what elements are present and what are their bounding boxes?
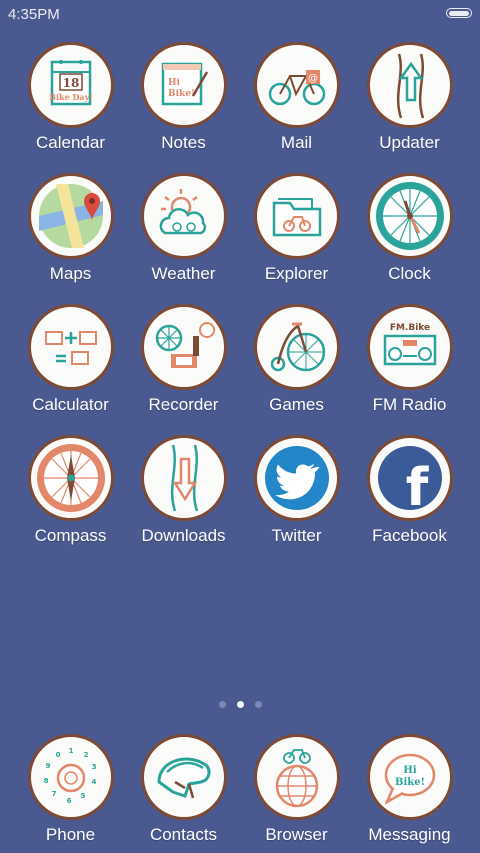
downloads-road-icon — [140, 435, 227, 521]
radio-caption: FM.Bike — [389, 323, 429, 333]
updater-road-icon — [366, 42, 453, 128]
app-games-label: Games — [269, 395, 324, 414]
app-updater-label: Updater — [379, 133, 440, 152]
app-calculator[interactable]: Calculator — [14, 304, 127, 435]
app-calendar-label: Calendar — [36, 133, 105, 152]
app-calendar[interactable]: 18 Bike Day! Calendar — [14, 42, 127, 173]
app-phone-label: Phone — [45, 825, 96, 844]
app-maps[interactable]: Maps — [14, 173, 127, 304]
notes-line1: Hi — [168, 78, 181, 88]
app-weather[interactable]: Weather — [127, 173, 240, 304]
app-mail[interactable]: @ Mail — [240, 42, 353, 173]
mail-bicycle-icon: @ — [253, 42, 340, 128]
calendar-caption: Bike Day! — [49, 92, 93, 102]
app-facebook[interactable]: f Facebook — [353, 435, 466, 566]
app-facebook-label: Facebook — [372, 526, 447, 545]
app-browser[interactable]: Browser — [240, 734, 353, 845]
svg-text:3: 3 — [91, 763, 96, 771]
page-dot-1[interactable] — [218, 701, 226, 708]
facebook-icon: f — [366, 435, 453, 521]
speech-bubble-icon: Hi Bike! — [366, 734, 453, 820]
app-contacts[interactable]: Contacts — [127, 734, 240, 845]
svg-text:0: 0 — [55, 751, 60, 759]
status-bar: 4:35PM — [0, 0, 480, 28]
dock: 1 23 45 6 78 9 0 Phone Contacts Browser Hi … — [14, 734, 466, 845]
app-recorder[interactable]: Recorder — [127, 304, 240, 435]
svg-text:7: 7 — [51, 790, 56, 798]
svg-text:8: 8 — [43, 777, 48, 785]
app-games[interactable]: Games — [240, 304, 353, 435]
notes-line2: Bike! — [168, 89, 195, 99]
svg-text:9: 9 — [45, 762, 50, 770]
message-line1: Hi — [403, 765, 416, 776]
phone-dial-icon: 1 23 45 6 78 9 0 — [27, 734, 114, 820]
status-time: 4:35PM — [8, 6, 60, 23]
facebook-letter: f — [405, 458, 429, 513]
globe-bike-icon — [253, 734, 340, 820]
calendar-day-number: 18 — [62, 76, 79, 90]
app-notes-label: Notes — [161, 133, 206, 152]
svg-text:4: 4 — [91, 778, 96, 786]
page-dot-2[interactable] — [236, 701, 244, 708]
penny-farthing-icon — [253, 304, 340, 390]
app-fm-radio[interactable]: FM.Bike FM Radio — [353, 304, 466, 435]
helmet-icon — [140, 734, 227, 820]
app-mail-label: Mail — [280, 133, 313, 152]
app-compass[interactable]: Compass — [14, 435, 127, 566]
app-downloads[interactable]: Downloads — [127, 435, 240, 566]
page-dot-3[interactable] — [254, 701, 262, 708]
svg-text:5: 5 — [80, 792, 85, 800]
page-indicator — [0, 701, 480, 708]
app-messaging-label: Messaging — [368, 825, 451, 844]
app-calculator-label: Calculator — [32, 395, 109, 414]
twitter-bird-icon — [253, 435, 340, 521]
calendar-icon: 18 Bike Day! — [27, 42, 114, 128]
app-recorder-label: Recorder — [148, 395, 219, 414]
maps-icon — [27, 173, 114, 259]
app-messaging[interactable]: Hi Bike! Messaging — [353, 734, 466, 845]
app-maps-label: Maps — [49, 264, 92, 283]
app-explorer-label: Explorer — [264, 264, 329, 283]
app-weather-label: Weather — [151, 264, 216, 283]
app-compass-label: Compass — [34, 526, 107, 545]
app-browser-label: Browser — [265, 825, 328, 844]
app-twitter[interactable]: Twitter — [240, 435, 353, 566]
mail-at-symbol: @ — [308, 73, 318, 84]
app-updater[interactable]: Updater — [353, 42, 466, 173]
app-clock-label: Clock — [388, 264, 431, 283]
svg-text:1: 1 — [68, 747, 73, 755]
message-line2: Bike! — [395, 777, 425, 788]
notes-icon: Hi Bike! — [140, 42, 227, 128]
radio-icon: FM.Bike — [366, 304, 453, 390]
app-twitter-label: Twitter — [271, 526, 322, 545]
svg-text:6: 6 — [66, 797, 71, 805]
app-downloads-label: Downloads — [141, 526, 226, 545]
recorder-icon — [140, 304, 227, 390]
app-contacts-label: Contacts — [149, 825, 218, 844]
app-phone[interactable]: 1 23 45 6 78 9 0 Phone — [14, 734, 127, 845]
compass-wheel-icon — [27, 435, 114, 521]
svg-text:2: 2 — [83, 751, 88, 759]
folder-icon — [253, 173, 340, 259]
app-explorer[interactable]: Explorer — [240, 173, 353, 304]
app-clock[interactable]: Clock — [353, 173, 466, 304]
app-notes[interactable]: Hi Bike! Notes — [127, 42, 240, 173]
calculator-icon — [27, 304, 114, 390]
clock-wheel-icon — [366, 173, 453, 259]
battery-icon — [446, 8, 472, 18]
app-fm-radio-label: FM Radio — [372, 395, 447, 414]
weather-icon — [140, 173, 227, 259]
app-grid: 18 Bike Day! Calendar Hi Bike! Notes @ M… — [14, 42, 466, 566]
